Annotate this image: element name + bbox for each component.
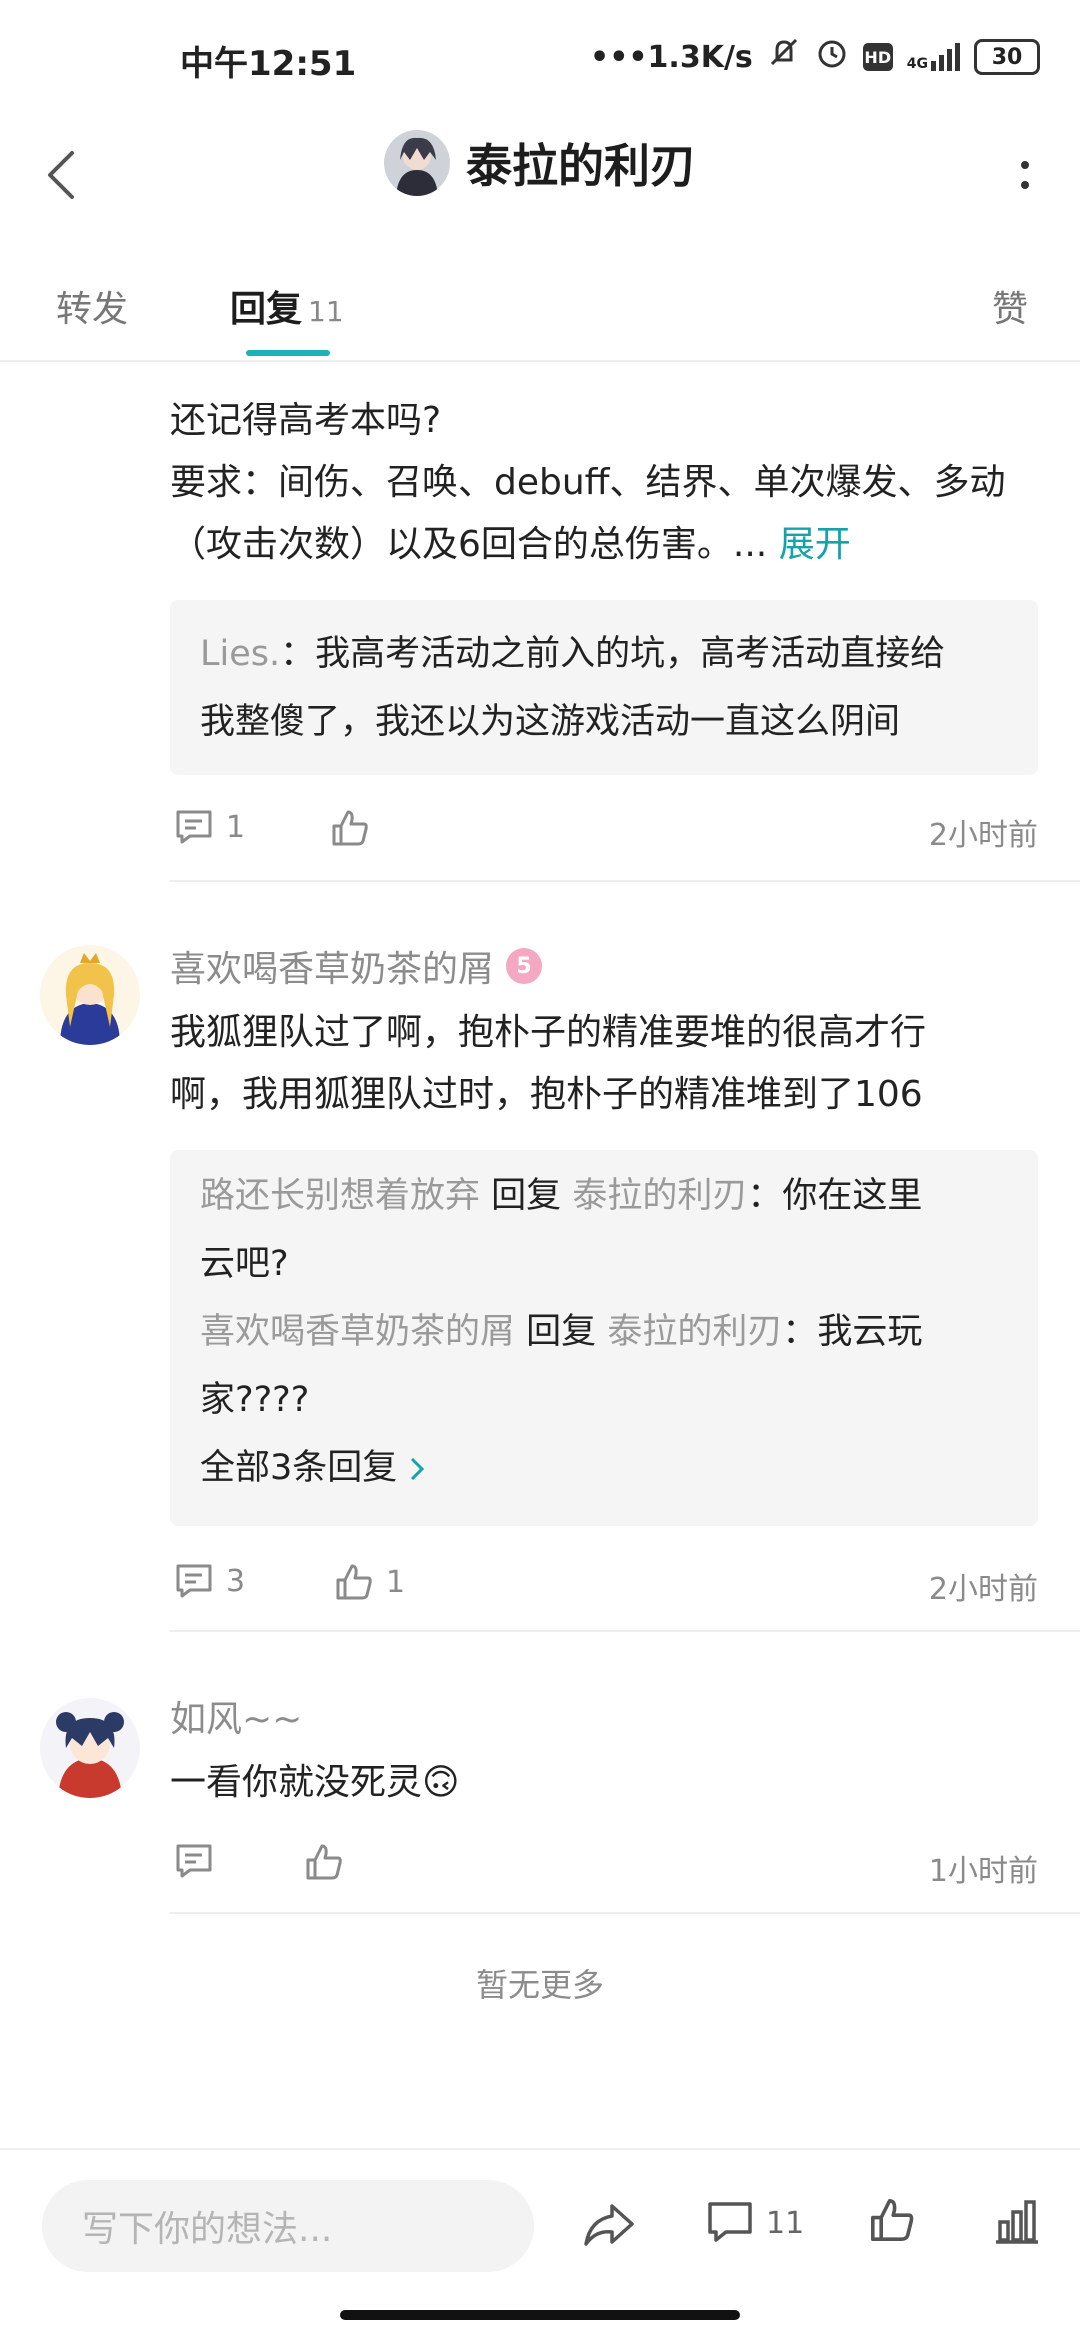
comment-1-like-button[interactable]: 1: [334, 1562, 405, 1602]
network-speed: •••1.3K/s: [590, 39, 753, 75]
reply-2-line-1: 喜欢喝香草奶茶的屑 回复 泰拉的利刃：我云玩: [200, 1312, 923, 1352]
reply-count: 11: [308, 295, 344, 328]
reply-from-user[interactable]: 喜欢喝香草奶茶的屑: [200, 1312, 515, 1352]
comment-1-line-1: 我狐狸队过了啊，抱朴子的精准要堆的很高才行: [170, 1012, 927, 1053]
comment-icon: [176, 1844, 212, 1878]
share-icon: [584, 2204, 634, 2246]
reply-to-user[interactable]: 泰拉的利刃: [607, 1312, 782, 1352]
reply-1-line-1: 路还长别想着放弃 回复 泰拉的利刃：你在这里: [200, 1176, 923, 1216]
reply-from-user[interactable]: 路还长别想着放弃: [200, 1176, 480, 1216]
commenter-avatar[interactable]: [40, 1698, 140, 1798]
page-title: 泰拉的利刃: [466, 139, 696, 193]
all-replies-link[interactable]: 全部3条回复: [170, 1434, 1038, 1502]
like-icon: [332, 810, 368, 846]
no-more-label: 暂无更多: [475, 1966, 604, 2004]
comment-input[interactable]: 写下你的想法...: [42, 2180, 534, 2272]
status-bar: 中午12:51 •••1.3K/s HD 4G 30: [0, 0, 1080, 120]
tab-repost[interactable]: 转发: [56, 280, 128, 332]
reply-2-line-2: 家????: [200, 1380, 310, 1420]
divider: [170, 880, 1080, 882]
quoted-comment[interactable]: Lies.：我高考活动之前入的坑，高考活动直接给 我整傻了，我还以为这游戏活动一…: [170, 600, 1038, 775]
post-line-1: 还记得高考本吗?: [170, 400, 442, 441]
tab-reply[interactable]: 回复 11: [230, 280, 344, 332]
reply-to-user[interactable]: 泰拉的利刃: [572, 1176, 747, 1216]
title-block[interactable]: 泰拉的利刃: [0, 130, 1080, 196]
tab-indicator: [246, 350, 330, 356]
comment-icon: [708, 2202, 752, 2242]
divider: [170, 1912, 1080, 1914]
comment-input-placeholder: 写下你的想法...: [82, 2209, 333, 2250]
post-line-2: 要求：间伤、召唤、debuff、结界、单次爆发、多动: [170, 462, 1006, 503]
like-icon: [336, 1564, 372, 1600]
commenter-avatar[interactable]: [40, 945, 140, 1045]
upside-down-face-emoji: 🙃: [422, 1762, 460, 1803]
hd-icon: HD: [862, 43, 893, 71]
battery-icon: 30: [974, 39, 1040, 75]
post-comment-button[interactable]: 1: [174, 808, 245, 846]
chevron-right-icon: [411, 1457, 425, 1481]
home-indicator[interactable]: [340, 2310, 740, 2320]
comment-1-line-2: 啊，我用狐狸队过时，抱朴子的精准堆到了106: [170, 1074, 923, 1115]
more-dots-icon: •••: [590, 39, 648, 75]
chart-icon: [996, 2200, 1038, 2244]
like-icon: [871, 2199, 914, 2241]
quote-line-2: 我整傻了，我还以为这游戏活动一直这么阴间: [200, 702, 901, 742]
post-line-3: （攻击次数）以及6回合的总伤害。... 展开: [170, 524, 851, 565]
signal-icon: 4G: [907, 43, 960, 71]
comment-icon: [176, 810, 212, 844]
stats-button[interactable]: [992, 2196, 1042, 2250]
level-badge: 5: [506, 948, 543, 984]
post-time: 2小时前: [928, 818, 1038, 853]
quote-username[interactable]: Lies.: [200, 634, 280, 674]
more-icon-dot: [1021, 181, 1029, 189]
bottom-like-button[interactable]: [868, 2196, 916, 2248]
divider: [170, 1630, 1080, 1632]
comment-username[interactable]: 如风~~: [170, 1690, 302, 1742]
tab-bar: 转发 回复 11 赞: [0, 250, 1080, 362]
comment-2-line-1: 一看你就没死灵🙃: [170, 1762, 460, 1803]
bottom-comment-button[interactable]: 11: [706, 2200, 804, 2246]
expand-link[interactable]: 展开: [779, 524, 851, 565]
reply-1-line-2: 云吧?: [200, 1244, 289, 1284]
status-icons: •••1.3K/s HD 4G 30: [590, 36, 1040, 78]
mute-icon: [767, 36, 801, 78]
more-button[interactable]: [1000, 145, 1050, 205]
top-bar: 泰拉的利刃: [0, 120, 1080, 230]
more-icon: [1021, 161, 1029, 169]
comment-2-like-button[interactable]: [304, 1842, 344, 1882]
reply-thread[interactable]: 路还长别想着放弃 回复 泰拉的利刃：你在这里 云吧? 喜欢喝香草奶茶的屑 回复 …: [170, 1150, 1038, 1526]
post-like-button[interactable]: [330, 808, 370, 848]
bottom-bar: 写下你的想法... 11: [0, 2148, 1080, 2280]
comment-username[interactable]: 喜欢喝香草奶茶的屑: [170, 940, 494, 992]
comment-1-time: 2小时前: [928, 1572, 1038, 1607]
comment-icon: [176, 1564, 212, 1598]
like-icon: [306, 1844, 342, 1880]
comment-1-reply-button[interactable]: 3: [174, 1562, 245, 1600]
comment-1-header: 喜欢喝香草奶茶的屑 5: [170, 940, 543, 992]
comment-2-time: 1小时前: [928, 1854, 1038, 1889]
tab-like[interactable]: 赞: [992, 280, 1028, 332]
alarm-icon: [815, 36, 849, 78]
status-time: 中午12:51: [180, 44, 357, 84]
author-avatar[interactable]: [384, 130, 450, 196]
quote-line-1: Lies.：我高考活动之前入的坑，高考活动直接给: [200, 634, 946, 674]
share-button[interactable]: [582, 2200, 636, 2254]
comment-2-reply-button[interactable]: [174, 1842, 214, 1880]
